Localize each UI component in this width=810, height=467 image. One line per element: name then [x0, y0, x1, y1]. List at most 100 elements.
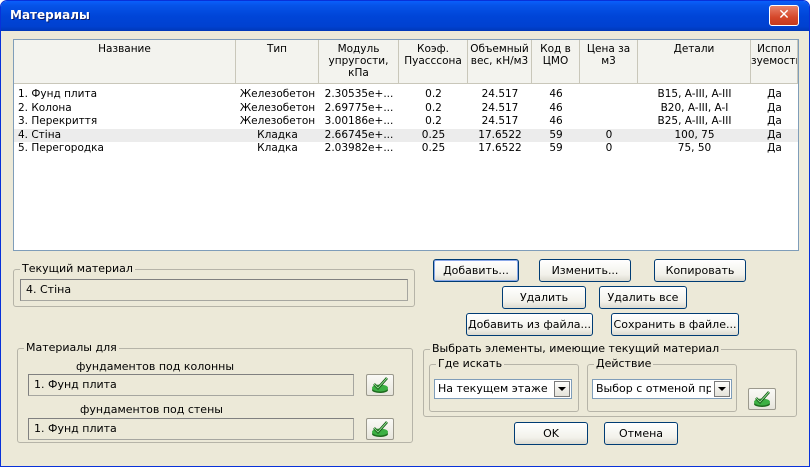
cell-usage: Да — [767, 142, 782, 154]
cell-modulus: 3.00186e+... — [324, 115, 394, 127]
cell-details: 75, 50 — [677, 142, 712, 154]
header-col-cmo-code[interactable]: Код в ЦМО — [532, 40, 580, 84]
cell-unit-weight: 24.517 — [481, 101, 519, 114]
cell-modulus: 2.69775e+... — [324, 101, 394, 114]
header-col-unit-weight[interactable]: Объемный вес, кН/м3 — [468, 40, 532, 84]
cell-poisson: 0.25 — [421, 128, 446, 141]
cell-price — [580, 88, 638, 101]
header-col-usage[interactable]: Испол зуемость — [751, 40, 798, 84]
cell-name: 1. Фунд плита — [18, 88, 98, 100]
cell-cmo-code: 59 — [549, 142, 563, 154]
action-group: Действие Выбор с отменой предыдущего — [587, 357, 737, 412]
window-title: Материалы — [10, 8, 90, 22]
table-row[interactable]: 1. Фунд плита Железобетон 2.30535e+... 0.2 2… — [14, 88, 798, 101]
current-material-field: 4. Стіна — [20, 279, 408, 301]
materials-for-label: Материалы для — [24, 341, 119, 354]
current-material-label: Текущий материал — [20, 262, 135, 275]
header-col-poisson[interactable]: Коэф. Пуассcона — [399, 40, 468, 84]
cell-usage: Да — [767, 88, 782, 100]
walls-foundation-label: фундаментов под стены — [80, 403, 223, 416]
walls-foundation-pick-button[interactable] — [366, 418, 394, 440]
cell-poisson: 0.2 — [425, 101, 442, 114]
header-col-name[interactable]: Название — [14, 40, 236, 84]
cell-poisson: 0.2 — [425, 115, 442, 127]
cell-modulus: 2.66745e+... — [324, 128, 394, 141]
close-button[interactable]: ✕ — [769, 5, 799, 26]
materials-table[interactable]: Название Тип Модуль упругости, кПа Коэф. Пу… — [13, 39, 799, 251]
select-elements-group: Выбрать элементы, имеющие текущий матери… — [423, 342, 797, 417]
cell-type: Кладка — [257, 128, 298, 141]
header-col-modulus[interactable]: Модуль упругости, кПа — [319, 40, 399, 84]
add-button[interactable]: Добавить... — [433, 259, 519, 282]
materials-dialog: Материалы ✕ Название Тип Модуль упругости,… — [0, 0, 810, 467]
current-material-group: Текущий материал 4. Стіна — [13, 262, 415, 307]
cell-unit-weight: 17.6522 — [478, 142, 522, 154]
table-row[interactable]: 2. Колона Железобетон 2.69775e+... 0.2 24.51… — [14, 102, 798, 115]
add-from-file-button[interactable]: Добавить из файла... — [466, 313, 593, 336]
action-select[interactable]: Выбор с отменой предыдущего — [592, 379, 732, 399]
columns-foundation-pick-button[interactable] — [366, 374, 394, 396]
check-pick-icon — [372, 377, 388, 393]
cell-price: 0 — [605, 142, 613, 154]
table-row[interactable]: 4. Стіна Кладка 2.66745e+... 0.25 17.6522 59 0… — [14, 128, 798, 142]
header-col-price[interactable]: Цена за м3 — [580, 40, 638, 84]
check-pick-icon — [754, 391, 770, 407]
cell-details: B25, A-III, A-III — [657, 115, 732, 127]
edit-button[interactable]: Изменить... — [539, 259, 631, 282]
cell-cmo-code: 46 — [549, 115, 563, 127]
cell-price: 0 — [605, 128, 613, 141]
copy-button[interactable]: Копировать — [654, 259, 746, 282]
action-select-value: Выбор с отменой предыдущего — [596, 382, 711, 395]
walls-foundation-field: 1. Фунд плита — [28, 418, 354, 440]
cell-type: Железобетон — [239, 88, 316, 100]
cell-type: Железобетон — [239, 101, 316, 114]
save-to-file-button[interactable]: Сохранить в файле... — [611, 313, 739, 336]
delete-button[interactable]: Удалить — [502, 286, 586, 309]
cell-usage: Да — [767, 101, 782, 114]
cell-price — [580, 102, 638, 115]
header-col-details[interactable]: Детали — [638, 40, 751, 84]
cell-type: Кладка — [257, 142, 298, 154]
chevron-down-icon[interactable] — [714, 381, 730, 397]
ok-button[interactable]: OK — [514, 422, 588, 445]
where-select-value: На текущем этаже — [438, 382, 548, 395]
table-row[interactable]: 3. Перекриття Железобетон 3.00186e+... 0.2 2… — [14, 115, 798, 128]
cell-unit-weight: 24.517 — [481, 115, 519, 127]
cell-cmo-code: 46 — [549, 101, 563, 114]
cell-price — [580, 115, 638, 128]
cell-details: 100, 75 — [674, 128, 715, 141]
columns-foundation-field: 1. Фунд плита — [28, 374, 354, 396]
where-group: Где искать На текущем этаже — [429, 357, 579, 412]
materials-for-group: Материалы для фундаментов под колонны 1.… — [17, 341, 413, 443]
check-pick-icon — [372, 421, 388, 437]
cell-cmo-code: 46 — [549, 88, 563, 100]
table-row[interactable]: 5. Перегородка Кладка 2.03982e+... 0.25 17.6… — [14, 142, 798, 155]
cancel-button[interactable]: Отмена — [604, 422, 678, 445]
select-elements-pick-button[interactable] — [748, 388, 776, 410]
cell-usage: Да — [767, 128, 782, 141]
header-col-type[interactable]: Тип — [236, 40, 319, 84]
cell-cmo-code: 59 — [549, 128, 563, 141]
delete-all-button[interactable]: Удалить все — [599, 286, 687, 309]
where-select[interactable]: На текущем этаже — [434, 379, 572, 399]
cell-name: 2. Колона — [18, 101, 72, 114]
cell-name: 5. Перегородка — [18, 142, 104, 154]
cell-unit-weight: 24.517 — [481, 88, 519, 100]
cell-unit-weight: 17.6522 — [478, 128, 522, 141]
cell-type: Железобетон — [239, 115, 316, 127]
cell-modulus: 2.30535e+... — [324, 88, 394, 100]
title-bar[interactable]: Материалы ✕ — [1, 1, 809, 31]
where-label: Где искать — [436, 357, 505, 370]
cell-modulus: 2.03982e+... — [324, 142, 394, 154]
chevron-down-icon[interactable] — [554, 381, 570, 397]
action-label: Действие — [594, 357, 654, 370]
cell-details: B15, A-III, A-III — [657, 88, 732, 100]
cell-poisson: 0.25 — [421, 142, 446, 154]
cell-poisson: 0.2 — [425, 88, 442, 100]
cell-name: 4. Стіна — [18, 128, 62, 141]
columns-foundation-label: фундаментов под колонны — [76, 360, 235, 373]
select-elements-label: Выбрать элементы, имеющие текущий матери… — [430, 342, 722, 355]
cell-details: B20, A-III, A-I — [660, 101, 729, 114]
cell-usage: Да — [767, 115, 782, 127]
cell-name: 3. Перекриття — [18, 115, 98, 127]
